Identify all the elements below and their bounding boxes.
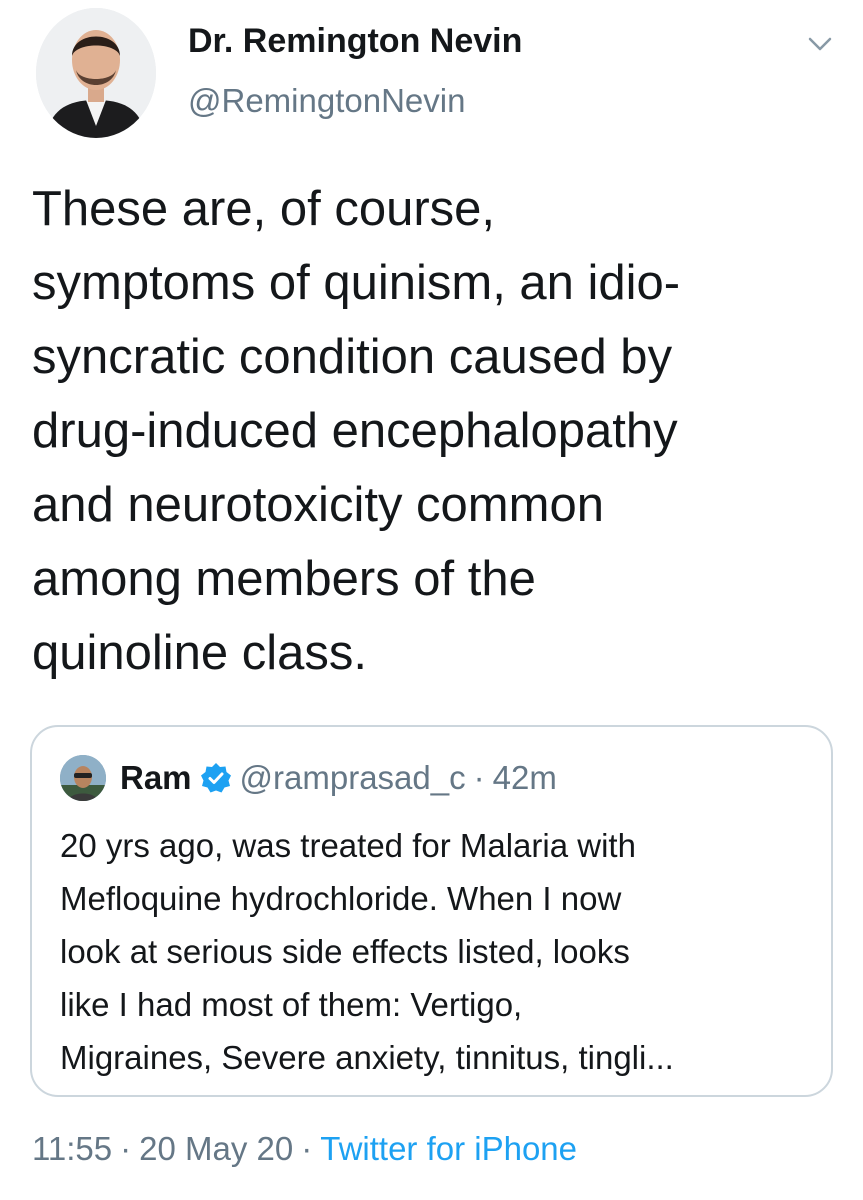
quoted-author-handle[interactable]: @ramprasad_c: [240, 759, 466, 797]
tweet-time[interactable]: 11:55: [32, 1130, 112, 1167]
tweet-line: These are, of course,: [32, 182, 496, 236]
tweet-line: syncratic condition caused by: [32, 330, 673, 384]
tweet-metadata: 11:55 · 20 May 20 · Twitter for iPhone: [32, 1130, 577, 1168]
tweet-line: drug-induced encephalopathy: [32, 404, 678, 458]
quoted-author-avatar[interactable]: [60, 755, 106, 801]
quoted-tweet-line: Mefloquine hydrochloride. When I now: [60, 880, 622, 917]
meta-separator: ·: [120, 1130, 132, 1167]
tweet-line: among members of the: [32, 552, 536, 606]
quoted-tweet-line: Migraines, Severe anxiety, tinnitus, tin…: [60, 1039, 674, 1076]
quoted-tweet-header: Ram @ramprasad_c · 42m: [120, 755, 557, 801]
quoted-tweet-time[interactable]: 42m: [493, 759, 557, 797]
tweet-line: quinoline class.: [32, 626, 368, 680]
author-avatar[interactable]: [36, 8, 156, 138]
author-name[interactable]: Dr. Remington Nevin: [188, 22, 522, 61]
quoted-author-name[interactable]: Ram: [120, 759, 192, 797]
verified-badge-icon: [200, 762, 232, 794]
quoted-tweet-line: like I had most of them: Vertigo,: [60, 986, 523, 1023]
tweet-date[interactable]: 20 May 20: [139, 1130, 293, 1167]
quoted-tweet-card[interactable]: Ram @ramprasad_c · 42m 20 yrs ago, was t…: [30, 725, 833, 1097]
quoted-tweet-line: look at serious side effects listed, loo…: [60, 933, 630, 970]
author-handle[interactable]: @RemingtonNevin: [188, 82, 465, 120]
chevron-down-icon[interactable]: [805, 32, 835, 56]
meta-separator: ·: [301, 1130, 313, 1167]
tweet-text: These are, of course, symptoms of quinis…: [32, 172, 832, 690]
quoted-tweet-text: 20 yrs ago, was treated for Malaria with…: [60, 819, 810, 1084]
tweet-line: symptoms of quinism, an idio-: [32, 256, 681, 310]
tweet-source-link[interactable]: Twitter for iPhone: [320, 1130, 577, 1167]
tweet-line: and neurotoxicity common: [32, 478, 604, 532]
quoted-tweet-line: 20 yrs ago, was treated for Malaria with: [60, 827, 636, 864]
header-separator: ·: [473, 759, 485, 796]
